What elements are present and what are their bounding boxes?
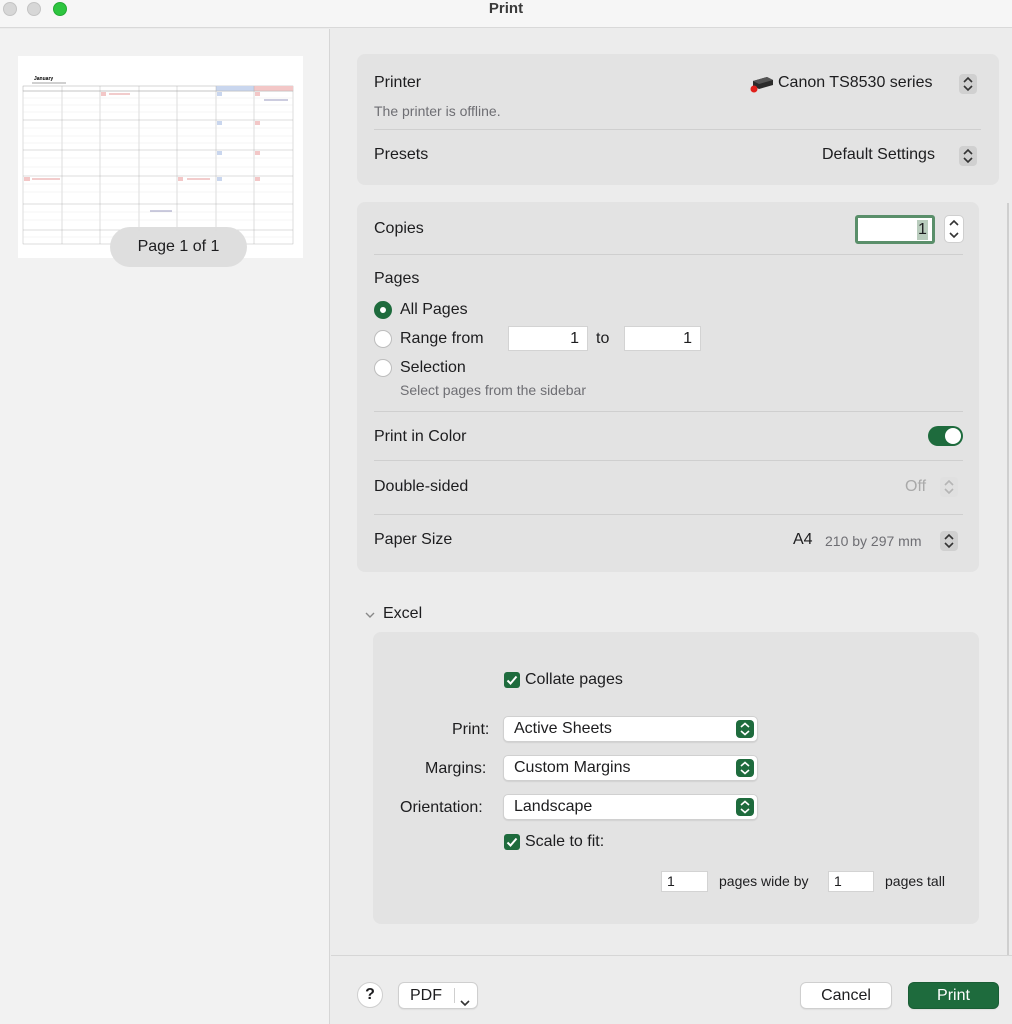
selection-radio[interactable]	[374, 359, 392, 377]
range-label[interactable]: Range from	[400, 330, 484, 348]
selection-hint: Select pages from the sidebar	[400, 382, 586, 398]
title-bar: Print	[0, 0, 1012, 28]
printer-status: The printer is offline.	[374, 103, 501, 119]
presets-label: Presets	[374, 146, 429, 163]
print-in-color-toggle[interactable]	[928, 426, 963, 446]
range-radio[interactable]	[374, 330, 392, 348]
margins-value: Custom Margins	[514, 759, 631, 776]
presets-stepper-icon[interactable]	[959, 146, 977, 166]
excel-section-label[interactable]: Excel	[383, 605, 422, 623]
window-title: Print	[488, 0, 524, 17]
divider	[374, 460, 963, 461]
pages-wide-input[interactable]: 1	[661, 871, 708, 892]
selection-label[interactable]: Selection	[400, 359, 466, 377]
range-to-input[interactable]: 1	[624, 326, 701, 351]
calendar-preview: January	[22, 76, 294, 245]
all-pages-radio[interactable]	[374, 301, 392, 319]
printer-icon	[749, 73, 775, 95]
margins-select[interactable]: Custom Margins	[503, 755, 758, 781]
scale-to-fit-label[interactable]: Scale to fit:	[525, 833, 604, 851]
chevron-up-icon	[949, 219, 959, 226]
double-sided-select: Off	[905, 478, 927, 495]
disclosure-chevron-icon[interactable]	[364, 608, 376, 626]
divider	[374, 411, 963, 412]
collate-checkbox[interactable]	[504, 672, 520, 688]
copies-value: 1	[917, 220, 928, 240]
popup-arrows-icon	[736, 759, 754, 777]
divider	[454, 988, 455, 1003]
print-in-color-label: Print in Color	[374, 428, 467, 445]
printer-select[interactable]: Canon TS8530 series	[778, 74, 932, 92]
paper-size-value[interactable]: A4	[793, 531, 813, 549]
toggle-knob	[945, 428, 961, 444]
preview-sidebar: January Page 1 of 1	[0, 29, 330, 1024]
copies-input[interactable]: 1	[855, 215, 935, 244]
calendar-title: January	[34, 76, 53, 82]
pages-tall-label: pages tall	[885, 873, 945, 889]
presets-select[interactable]: Default Settings	[822, 146, 935, 164]
orientation-label: Orientation:	[400, 799, 483, 816]
print-scope-label: Print:	[452, 721, 490, 738]
print-scope-select[interactable]: Active Sheets	[503, 716, 758, 742]
printer-stepper-icon[interactable]	[959, 74, 977, 94]
double-sided-label: Double-sided	[374, 478, 469, 495]
printer-panel: Printer Canon TS8530 series The printer …	[357, 54, 999, 185]
margins-label: Margins:	[425, 760, 487, 777]
range-to-label: to	[596, 330, 610, 347]
paper-size-label: Paper Size	[374, 531, 453, 548]
divider	[374, 129, 981, 130]
copies-label: Copies	[374, 220, 424, 237]
paper-dimensions: 210 by 297 mm	[825, 533, 922, 549]
help-button[interactable]: ?	[357, 982, 383, 1008]
copies-stepper[interactable]	[944, 215, 964, 243]
print-settings: Printer Canon TS8530 series The printer …	[331, 29, 1012, 1024]
divider	[374, 254, 963, 255]
page-indicator: Page 1 of 1	[110, 227, 247, 267]
bottom-bar: ? PDF Cancel Print	[331, 955, 1012, 1024]
paper-size-stepper-icon[interactable]	[940, 531, 958, 551]
pages-label: Pages	[374, 270, 420, 287]
scrollbar[interactable]	[1007, 203, 1009, 955]
pages-wide-label: pages wide by	[719, 873, 809, 889]
print-button[interactable]: Print	[908, 982, 999, 1009]
all-pages-label[interactable]: All Pages	[400, 301, 468, 319]
print-scope-value: Active Sheets	[514, 720, 612, 737]
collate-label[interactable]: Collate pages	[525, 671, 623, 689]
popup-arrows-icon	[736, 720, 754, 738]
cancel-button[interactable]: Cancel	[800, 982, 892, 1009]
page-thumbnail[interactable]: January Page 1 of 1	[18, 56, 303, 267]
range-from-input[interactable]: 1	[508, 326, 588, 351]
pages-tall-input[interactable]: 1	[828, 871, 874, 892]
divider	[374, 514, 963, 515]
orientation-select[interactable]: Landscape	[503, 794, 758, 820]
pdf-menu-button[interactable]: PDF	[398, 982, 478, 1009]
chevron-down-icon	[949, 232, 959, 239]
popup-arrows-icon	[736, 798, 754, 816]
chevron-down-icon	[459, 991, 471, 1016]
double-sided-stepper-icon	[940, 477, 958, 497]
printer-label: Printer	[374, 74, 422, 91]
pdf-label: PDF	[410, 987, 442, 1004]
orientation-value: Landscape	[514, 798, 593, 815]
scale-to-fit-checkbox[interactable]	[504, 834, 520, 850]
